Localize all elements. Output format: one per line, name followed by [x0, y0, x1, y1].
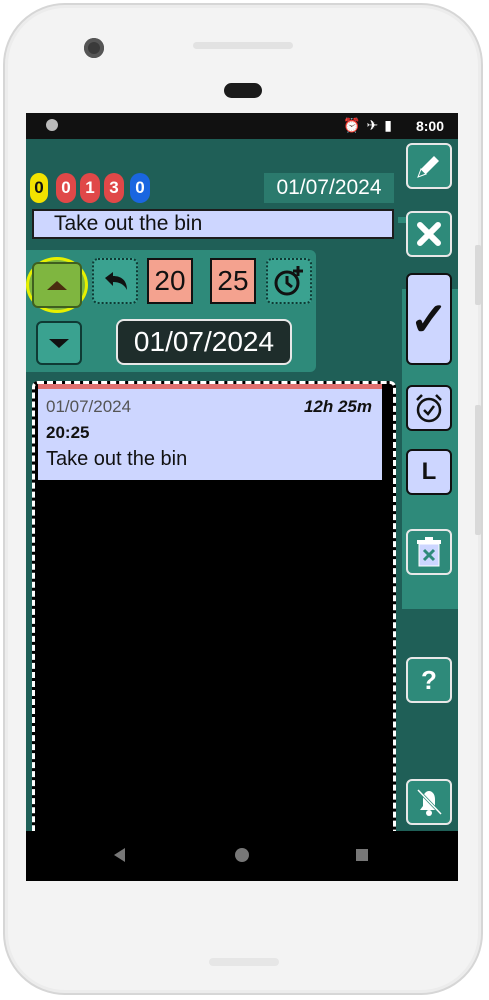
help-button[interactable]: ?	[406, 657, 452, 703]
counter-badge[interactable]: 0	[30, 173, 48, 203]
app-content: 0 0 1 3 0 01/07/2024 Take out the bin 20…	[26, 139, 458, 851]
increment-button-face	[32, 262, 82, 308]
counter-badge[interactable]: 0	[56, 173, 76, 203]
reminder-list[interactable]: 01/07/2024 12h 25m 20:25 Take out the bi…	[32, 381, 396, 851]
trash-icon	[417, 537, 441, 567]
item-date: 01/07/2024	[46, 397, 132, 416]
list-item[interactable]: 01/07/2024 12h 25m 20:25 Take out the bi…	[38, 384, 382, 480]
counter-badge[interactable]: 0	[130, 173, 150, 203]
front-camera	[84, 38, 104, 58]
notification-dot-icon	[46, 119, 58, 131]
add-time-button[interactable]	[266, 258, 312, 304]
alarm-clock-icon	[416, 394, 442, 423]
date-field[interactable]: 01/07/2024	[116, 319, 292, 365]
earpiece	[224, 83, 262, 98]
volume-button	[475, 245, 481, 305]
system-nav-bar	[26, 831, 458, 881]
mute-notifications-button[interactable]	[406, 779, 452, 825]
power-button	[475, 405, 481, 535]
recent-apps-icon[interactable]	[356, 849, 368, 861]
screen: ⏰✈▮ 8:00 0 0 1 3 0 01/07/2024 Take out t…	[26, 113, 458, 881]
header-date[interactable]: 01/07/2024	[264, 173, 394, 203]
close-button[interactable]	[406, 211, 452, 257]
delete-button[interactable]	[406, 529, 452, 575]
home-icon[interactable]	[235, 848, 249, 862]
list-mode-button[interactable]: L	[406, 449, 452, 495]
hours-field[interactable]: 20	[147, 258, 193, 304]
minutes-field[interactable]: 25	[210, 258, 256, 304]
undo-icon	[105, 272, 127, 290]
bottom-speaker	[209, 958, 279, 966]
alarm-icon: ⏰	[343, 117, 367, 133]
increment-button[interactable]	[26, 257, 88, 313]
status-time: 8:00	[415, 118, 444, 134]
close-icon	[417, 222, 441, 246]
status-bar: ⏰✈▮ 8:00	[26, 113, 458, 139]
triangle-up-icon	[47, 280, 67, 290]
airplane-icon: ✈	[366, 117, 385, 133]
edit-button[interactable]	[406, 143, 452, 189]
item-time: 20:25	[46, 423, 90, 442]
decrement-button[interactable]	[36, 321, 82, 365]
reminder-title-input[interactable]: Take out the bin	[32, 209, 394, 239]
triangle-down-icon	[49, 338, 69, 348]
speaker-grille	[193, 42, 293, 49]
item-remaining: 12h 25m	[303, 397, 372, 416]
clock-plus-icon	[274, 266, 303, 296]
battery-icon: ▮	[384, 117, 398, 133]
back-icon[interactable]	[114, 848, 125, 862]
item-title: Take out the bin	[46, 448, 188, 470]
undo-button[interactable]	[92, 258, 138, 304]
bell-off-icon	[416, 788, 443, 816]
alarm-button[interactable]	[406, 385, 452, 431]
status-icons: ⏰✈▮	[343, 117, 398, 134]
confirm-button[interactable]: ✓	[406, 273, 452, 365]
pencil-icon	[417, 156, 439, 178]
counter-badge[interactable]: 3	[104, 173, 124, 203]
counter-badge[interactable]: 1	[80, 173, 100, 203]
